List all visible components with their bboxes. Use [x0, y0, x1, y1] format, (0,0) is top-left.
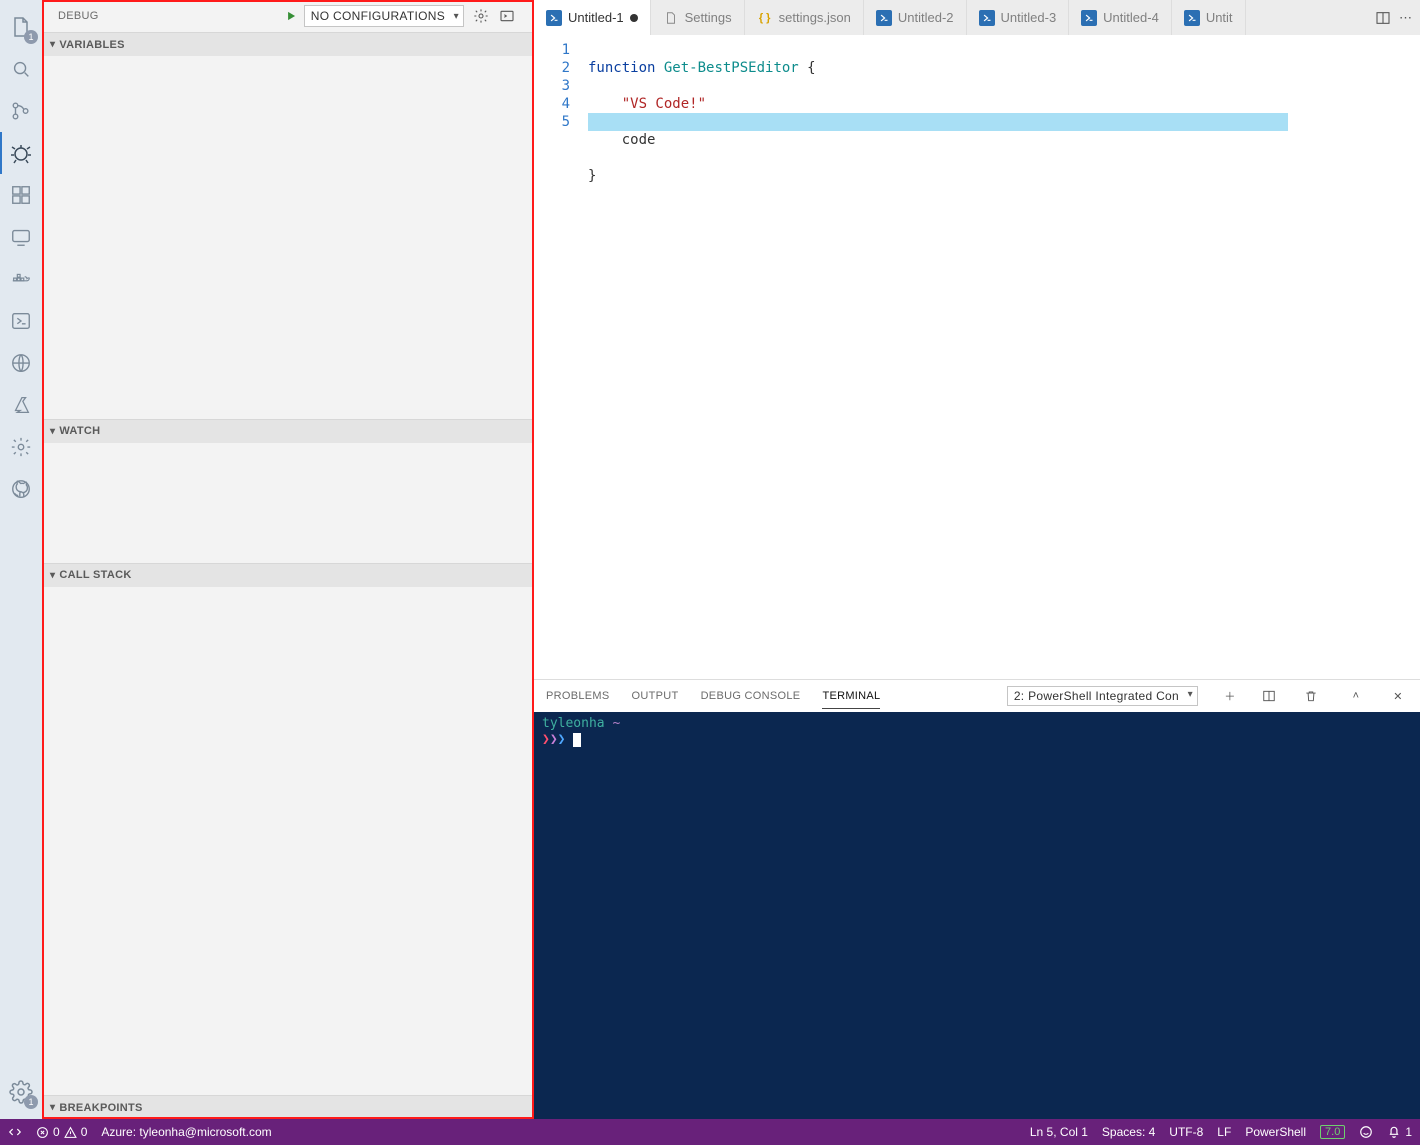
settings-gear-icon[interactable]: 1 — [0, 1071, 42, 1113]
editor-tab[interactable]: Untitled-3 — [967, 0, 1070, 35]
debug-console-icon[interactable] — [496, 5, 518, 27]
panel-tab-debugconsole[interactable]: DEBUG CONSOLE — [701, 690, 801, 702]
cloud-icon[interactable] — [0, 342, 42, 384]
powershell-file-icon — [876, 10, 892, 26]
debug-icon[interactable] — [0, 132, 42, 174]
file-icon — [663, 10, 679, 26]
section-variables[interactable]: ▾Variables — [44, 32, 532, 56]
gear-outline-icon[interactable] — [0, 426, 42, 468]
terminal-selector[interactable]: 2: PowerShell Integrated Con — [1007, 686, 1198, 706]
tab-label: Untitled-4 — [1103, 10, 1159, 25]
powershell-file-icon — [979, 10, 995, 26]
status-notifications[interactable]: 1 — [1387, 1125, 1412, 1139]
tab-label: Untitled-2 — [898, 10, 954, 25]
powershell-icon[interactable] — [0, 300, 42, 342]
section-watch[interactable]: ▾Watch — [44, 419, 532, 443]
source-control-icon[interactable] — [0, 90, 42, 132]
status-bar: 0 0 Azure: tyleonha@microsoft.com Ln 5, … — [0, 1119, 1420, 1145]
sidebar-title: DEBUG — [58, 10, 99, 22]
status-language[interactable]: PowerShell — [1245, 1125, 1306, 1139]
panel-tab-terminal[interactable]: TERMINAL — [822, 690, 880, 709]
tab-label: Untitled-1 — [568, 10, 624, 25]
github-icon[interactable] — [0, 468, 42, 510]
status-spaces[interactable]: Spaces: 4 — [1102, 1125, 1155, 1139]
code-editor[interactable]: 1 2 3 4 5 function Get-BestPSEditor { "V… — [534, 35, 1420, 679]
editor-tab[interactable]: Untit — [1172, 0, 1246, 35]
sidebar-header: DEBUG No Configurations — [44, 0, 532, 32]
new-terminal-icon[interactable]: ＋ — [1220, 688, 1240, 704]
split-editor-icon[interactable] — [1375, 10, 1391, 26]
debug-config-dropdown[interactable]: No Configurations — [304, 5, 464, 27]
section-breakpoints[interactable]: ▾Breakpoints — [44, 1095, 532, 1119]
section-callstack[interactable]: ▾Call Stack — [44, 563, 532, 587]
explorer-badge: 1 — [24, 30, 38, 44]
editor-tab[interactable]: Settings — [651, 0, 745, 35]
close-panel-icon[interactable]: ✕ — [1388, 690, 1408, 703]
powershell-file-icon — [1081, 10, 1097, 26]
explorer-icon[interactable]: 1 — [0, 6, 42, 48]
code-lines[interactable]: function Get-BestPSEditor { "VS Code!" c… — [588, 41, 1420, 679]
status-eol[interactable]: LF — [1217, 1125, 1231, 1139]
status-errors[interactable]: 0 0 — [36, 1125, 87, 1139]
tab-label: Untitled-3 — [1001, 10, 1057, 25]
terminal-cursor — [573, 733, 581, 747]
powershell-file-icon — [546, 10, 562, 26]
editor-tab[interactable]: Untitled-2 — [864, 0, 967, 35]
remote-indicator-icon[interactable] — [8, 1125, 22, 1139]
azure-icon[interactable] — [0, 384, 42, 426]
panel-tab-output[interactable]: OUTPUT — [632, 690, 679, 702]
start-debug-icon[interactable] — [280, 9, 302, 23]
split-terminal-icon[interactable] — [1262, 689, 1282, 703]
json-file-icon: { } — [757, 10, 773, 26]
bottom-panel: PROBLEMS OUTPUT DEBUG CONSOLE TERMINAL 2… — [534, 679, 1420, 1119]
section-watch-body — [44, 443, 532, 563]
section-callstack-body — [44, 587, 532, 1095]
more-actions-icon[interactable]: ⋯ — [1399, 10, 1412, 26]
tab-label: settings.json — [779, 10, 851, 25]
status-psversion[interactable]: 7.0 — [1320, 1125, 1345, 1139]
tab-actions: ⋯ — [1367, 0, 1420, 35]
editor-tab[interactable]: Untitled-1 — [534, 0, 651, 35]
panel-tab-problems[interactable]: PROBLEMS — [546, 690, 610, 702]
docker-icon[interactable] — [0, 258, 42, 300]
debug-sidebar: DEBUG No Configurations ▾Variables ▾Watc… — [42, 0, 534, 1119]
dirty-indicator-icon — [630, 14, 638, 22]
panel-tabs: PROBLEMS OUTPUT DEBUG CONSOLE TERMINAL 2… — [534, 680, 1420, 712]
editor-tab[interactable]: { } settings.json — [745, 0, 864, 35]
settings-badge: 1 — [24, 1095, 38, 1109]
configure-gear-icon[interactable] — [470, 5, 492, 27]
terminal[interactable]: tyleonha ~ ❯❯❯ — [534, 712, 1420, 1119]
tab-label: Untit — [1206, 10, 1233, 25]
editor-tab[interactable]: Untitled-4 — [1069, 0, 1172, 35]
status-azure[interactable]: Azure: tyleonha@microsoft.com — [101, 1125, 271, 1139]
editor-group: Untitled-1 Settings { } settings.json Untitl… — [534, 0, 1420, 1119]
section-variables-body — [44, 56, 532, 419]
editor-tabs: Untitled-1 Settings { } settings.json Untitl… — [534, 0, 1420, 35]
remote-icon[interactable] — [0, 216, 42, 258]
search-icon[interactable] — [0, 48, 42, 90]
powershell-file-icon — [1184, 10, 1200, 26]
status-feedback-icon[interactable] — [1359, 1125, 1373, 1139]
status-ln-col[interactable]: Ln 5, Col 1 — [1030, 1125, 1088, 1139]
activity-bar: 1 — [0, 0, 42, 1119]
status-encoding[interactable]: UTF-8 — [1169, 1125, 1203, 1139]
line-gutter: 1 2 3 4 5 — [534, 41, 588, 679]
kill-terminal-icon[interactable] — [1304, 689, 1324, 703]
tab-label: Settings — [685, 10, 732, 25]
extensions-icon[interactable] — [0, 174, 42, 216]
maximize-panel-icon[interactable]: ˄ — [1346, 690, 1366, 702]
